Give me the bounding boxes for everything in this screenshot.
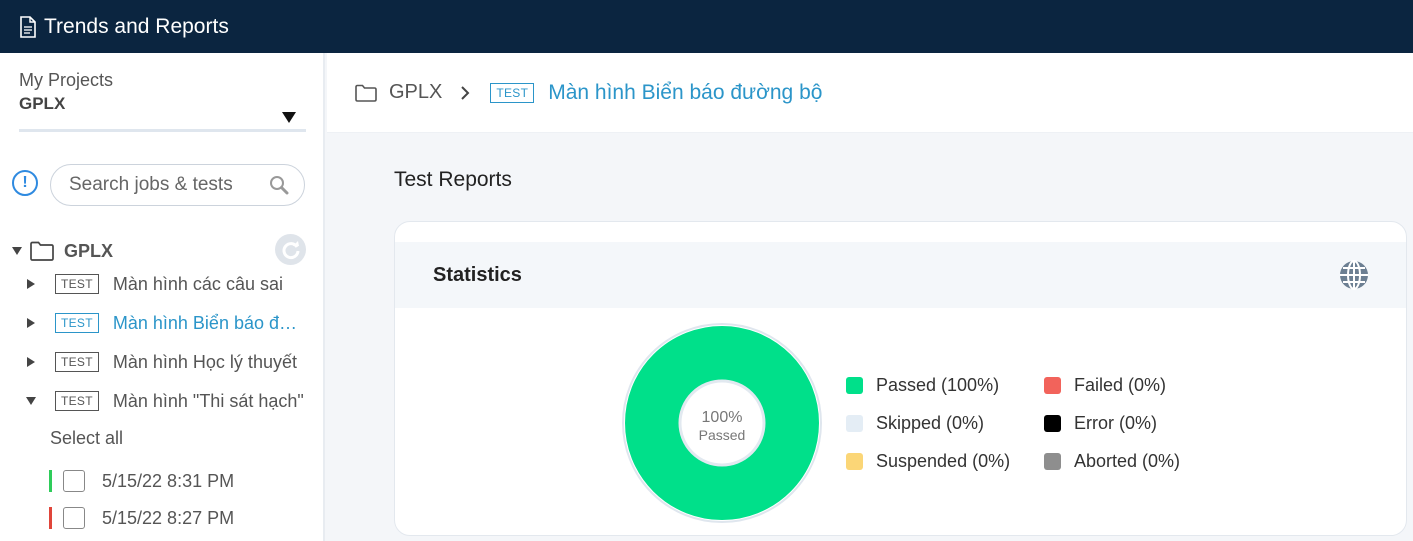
expand-triangle-icon[interactable] [27, 279, 35, 289]
document-icon [20, 15, 36, 38]
statistics-title: Statistics [433, 263, 522, 286]
folder-icon [30, 241, 54, 261]
tree-item-label: Màn hình Biển báo đường bộ [112, 312, 309, 333]
expand-triangle-icon[interactable] [27, 318, 35, 328]
tree-item-bien-bao[interactable]: TEST Màn hình Biển báo đường bộ [27, 308, 317, 338]
tree-item-hoc-ly-thuyet[interactable]: TEST Màn hình Học lý thuyết [27, 347, 317, 377]
expand-triangle-icon[interactable] [27, 357, 35, 367]
run-date: 5/15/22 8:27 PM [102, 507, 235, 528]
breadcrumb-root[interactable]: GPLX [389, 81, 442, 104]
tree-item-thi-sat-hach[interactable]: TEST Màn hình "Thi sát hạch" [26, 386, 317, 416]
select-all-link[interactable]: Select all [50, 428, 123, 449]
test-tag: TEST [55, 352, 99, 372]
project-selector-value: GPLX [19, 94, 66, 113]
tree-item-label: Màn hình các câu sai [112, 273, 283, 294]
run-row[interactable]: 5/15/22 8:27 PM [49, 505, 309, 531]
collapse-triangle-icon[interactable] [26, 397, 36, 405]
legend-passed[interactable]: Passed (100%) [846, 375, 999, 396]
section-title: Test Reports [394, 168, 512, 191]
chevron-right-icon [461, 85, 470, 100]
search-icon[interactable] [269, 175, 289, 195]
legend-label: Failed (0%) [1074, 375, 1167, 395]
statistics-card: Statistics 100% Passed Passed (100%) Fai… [394, 221, 1407, 536]
breadcrumb: GPLX TEST Màn hình Biển báo đường bộ [327, 53, 1413, 133]
run-date: 5/15/22 8:31 PM [102, 470, 235, 491]
main-panel: GPLX TEST Màn hình Biển báo đường bộ Tes… [327, 53, 1413, 541]
legend-swatch [1044, 453, 1061, 470]
legend-aborted[interactable]: Aborted (0%) [1044, 451, 1180, 472]
app-title: Trends and Reports [44, 14, 229, 38]
legend-label: Suspended (0%) [876, 451, 1011, 471]
tree-item-label: Màn hình "Thi sát hạch" [112, 390, 304, 411]
legend-failed[interactable]: Failed (0%) [1044, 375, 1166, 396]
test-tag: TEST [55, 313, 99, 333]
test-tag: TEST [55, 391, 99, 411]
search-input[interactable] [69, 174, 259, 196]
run-row[interactable]: 5/15/22 8:31 PM [49, 468, 309, 494]
folder-icon [355, 84, 377, 102]
legend-skipped[interactable]: Skipped (0%) [846, 413, 984, 434]
project-selector-label: My Projects [19, 70, 114, 90]
legend-swatch [846, 415, 863, 432]
dropdown-caret-icon[interactable] [282, 112, 296, 123]
info-icon[interactable]: ! [12, 170, 38, 196]
breadcrumb-current: Màn hình Biển báo đường bộ [548, 80, 823, 104]
legend-swatch [1044, 377, 1061, 394]
legend-swatch [1044, 415, 1061, 432]
passed-donut-chart: 100% Passed [622, 323, 822, 523]
run-status-bar [49, 507, 52, 529]
legend-swatch [846, 377, 863, 394]
project-selector[interactable]: My Projects GPLX [19, 70, 306, 132]
test-tag: TEST [55, 274, 99, 294]
legend-suspended[interactable]: Suspended (0%) [846, 451, 1010, 472]
globe-icon[interactable] [1338, 259, 1370, 291]
search-box [50, 164, 305, 206]
collapse-triangle-icon[interactable] [12, 247, 22, 255]
legend-label: Error (0%) [1074, 413, 1158, 433]
legend-label: Aborted (0%) [1074, 451, 1181, 471]
legend-swatch [846, 453, 863, 470]
tree-root-gplx[interactable]: GPLX [12, 236, 312, 266]
run-checkbox[interactable] [63, 507, 85, 529]
legend-error[interactable]: Error (0%) [1044, 413, 1157, 434]
donut-label: Passed [699, 427, 746, 443]
legend-label: Skipped (0%) [876, 413, 985, 433]
sidebar: My Projects GPLX ! GPLX TEST Màn hình cá… [0, 53, 325, 541]
donut-value: 100% [702, 409, 743, 426]
test-tag: TEST [490, 82, 535, 103]
app-header: Trends and Reports [0, 0, 1413, 53]
refresh-icon[interactable] [275, 234, 306, 265]
tree-root-label: GPLX [64, 240, 114, 261]
statistics-card-header: Statistics [395, 242, 1406, 308]
run-status-bar [49, 470, 52, 492]
legend-label: Passed (100%) [876, 375, 1000, 395]
run-checkbox[interactable] [63, 470, 85, 492]
tree-item-cau-sai[interactable]: TEST Màn hình các câu sai [27, 269, 317, 299]
tree-item-label: Màn hình Học lý thuyết [112, 351, 297, 372]
